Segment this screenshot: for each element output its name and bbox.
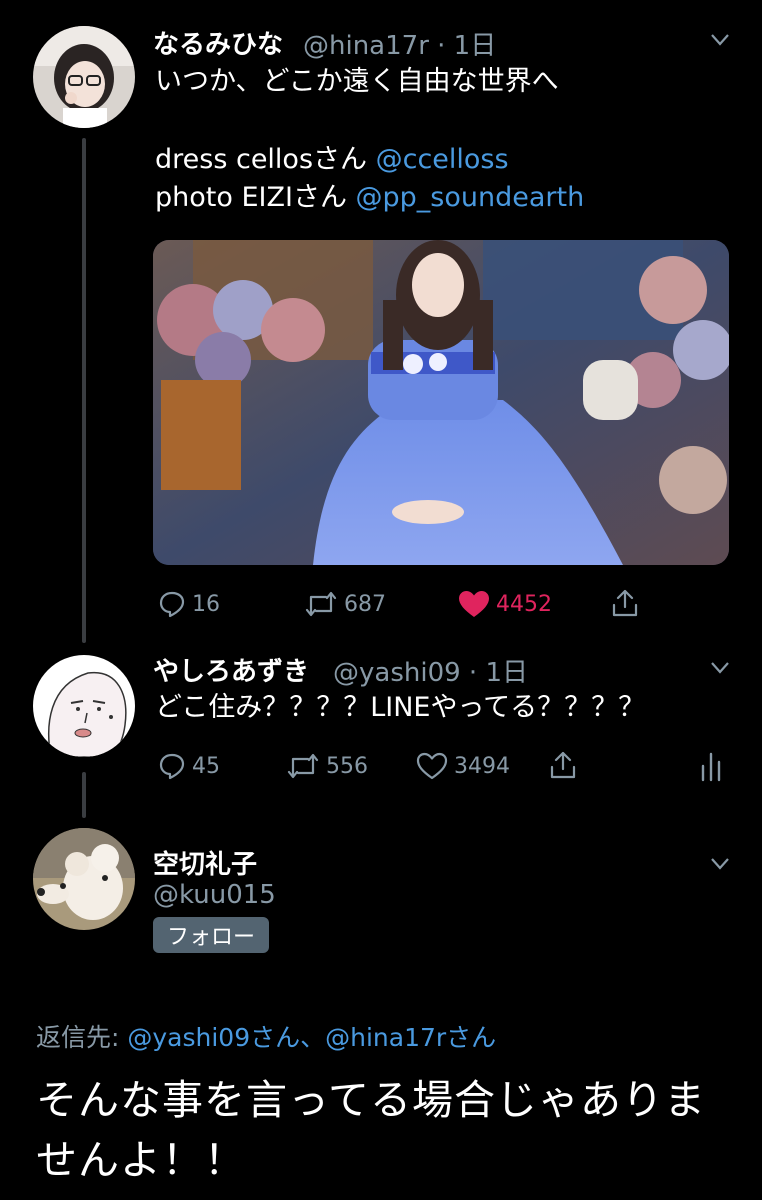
reply-icon bbox=[159, 753, 185, 780]
like-icon bbox=[459, 591, 489, 617]
tweet2-reply-count: 45 bbox=[192, 753, 220, 779]
share-icon bbox=[550, 751, 576, 779]
tweet1-like-button[interactable]: 4452 bbox=[458, 590, 552, 618]
like-icon bbox=[416, 752, 448, 780]
reply-icon bbox=[159, 591, 185, 618]
retweet-icon bbox=[305, 591, 337, 617]
tweet2-retweet-button[interactable]: 556 bbox=[286, 752, 368, 780]
tweet2-like-button[interactable]: 3494 bbox=[416, 752, 510, 780]
tweet2-reply-button[interactable]: 45 bbox=[158, 752, 220, 780]
chevron-down-icon[interactable] bbox=[711, 858, 729, 870]
reply-to-mentions[interactable]: @yashi09さん、@hina17rさん bbox=[127, 1023, 496, 1052]
tweet3-text: そんな事を言ってる場合じゃありませんよ！！ bbox=[36, 1076, 706, 1184]
credit-dress-label: dress cellosさん bbox=[155, 144, 376, 175]
tweet2-retweet-count: 556 bbox=[326, 753, 368, 779]
thread-line-1 bbox=[82, 138, 86, 643]
tweet2-text: どこ住み？？？？LINEやってる？？？？ bbox=[155, 692, 646, 723]
tweet1-like-count: 4452 bbox=[496, 591, 552, 617]
tweet1-share-button[interactable] bbox=[610, 588, 646, 618]
tweet1-retweet-count: 687 bbox=[344, 591, 386, 617]
avatar-yashiro[interactable] bbox=[33, 655, 135, 757]
share-icon bbox=[612, 589, 638, 617]
tweet1-retweet-button[interactable]: 687 bbox=[304, 590, 386, 618]
tweet1-reply-count: 16 bbox=[192, 591, 220, 617]
tweet2-analytics-button[interactable] bbox=[700, 750, 728, 782]
retweet-icon bbox=[287, 753, 319, 779]
avatar-kuu[interactable] bbox=[33, 828, 135, 930]
tweet1-photo[interactable] bbox=[153, 240, 729, 565]
tweet3-handle[interactable]: @kuu015 bbox=[153, 880, 276, 910]
tweet2-handle-time[interactable]: @yashi09 · 1日 bbox=[333, 652, 528, 689]
avatar-hina[interactable] bbox=[33, 26, 135, 128]
analytics-icon bbox=[701, 752, 721, 782]
credit-photo-label: photo EIZIさん bbox=[155, 182, 356, 213]
mention-ccelloss[interactable]: @ccelloss bbox=[376, 144, 509, 175]
tweet1-credit-photo: photo EIZIさん @pp_soundearth bbox=[155, 178, 584, 218]
follows-you-badge: フォロー bbox=[153, 917, 269, 953]
reply-to-label: 返信先: bbox=[36, 1023, 128, 1052]
tweet2-like-count: 3494 bbox=[454, 753, 510, 779]
chevron-down-icon[interactable] bbox=[711, 34, 729, 46]
tweet1-reply-button[interactable]: 16 bbox=[158, 590, 220, 618]
tweet2-share-button[interactable] bbox=[548, 750, 584, 780]
chevron-down-icon[interactable] bbox=[711, 662, 729, 674]
tweet1-text-line1: いつか、どこか遠く自由な世界へ bbox=[155, 66, 559, 97]
tweet2-author-name[interactable]: やしろあずき bbox=[153, 651, 309, 688]
mention-pp-soundearth[interactable]: @pp_soundearth bbox=[356, 182, 585, 213]
tweet1-handle-time[interactable]: @hina17r · 1日 bbox=[303, 25, 496, 62]
tweet3-author-name[interactable]: 空切礼子 bbox=[153, 844, 257, 881]
thread-line-2 bbox=[82, 772, 86, 818]
tweet1-author-name[interactable]: なるみひな bbox=[153, 24, 283, 61]
reply-to-line: 返信先: @yashi09さん、@hina17rさん bbox=[36, 1018, 496, 1054]
tweet1-credit-dress: dress cellosさん @ccelloss bbox=[155, 140, 509, 180]
